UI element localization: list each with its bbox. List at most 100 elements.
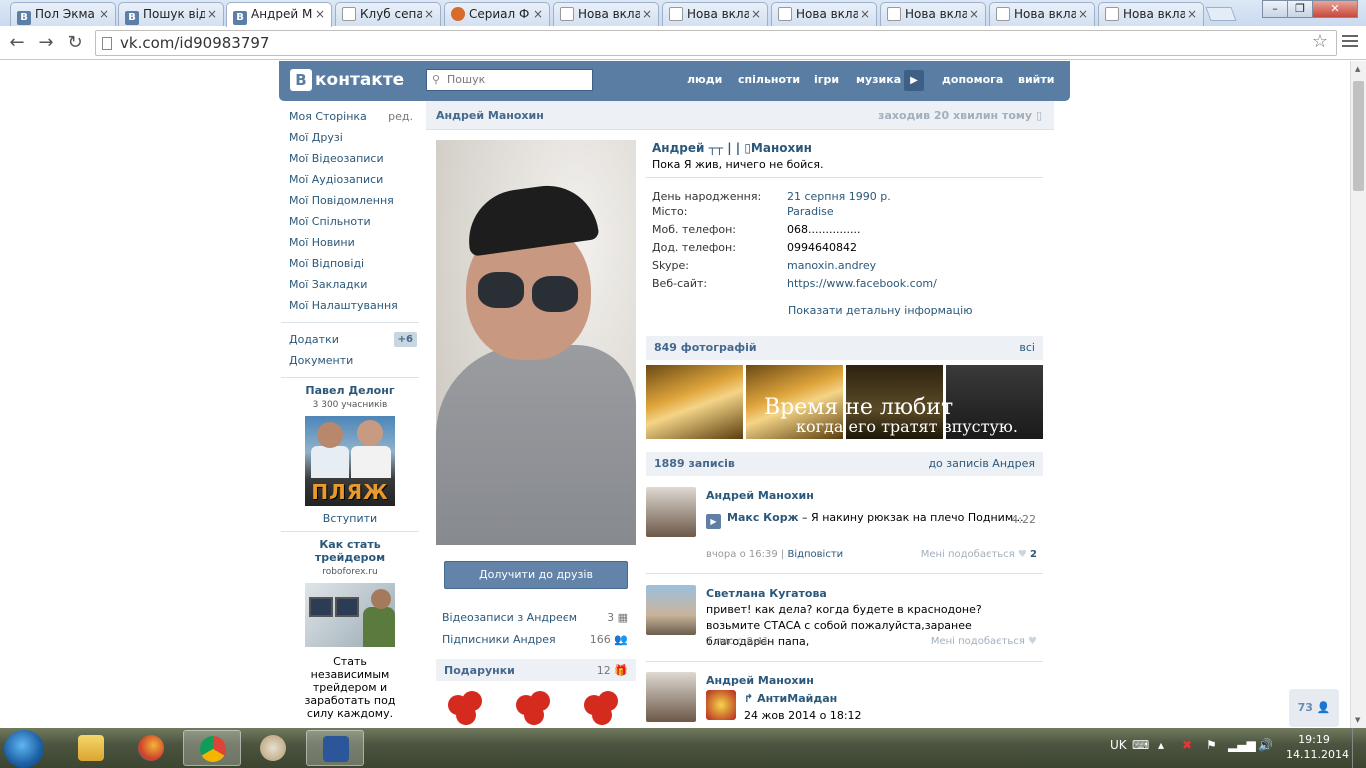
close-tab-icon[interactable]: × [1187,7,1197,21]
avatar[interactable] [646,585,696,635]
close-tab-icon[interactable]: × [99,7,109,21]
close-tab-icon[interactable]: × [315,7,325,21]
profile-avatar[interactable] [436,140,636,545]
reply-link[interactable]: Відповісти [787,549,843,560]
tab-8[interactable]: Нова вкладка× [771,2,877,26]
back-icon[interactable]: ← [6,32,28,53]
volume-icon[interactable]: 🔊 [1258,738,1273,752]
tab-4[interactable]: Клуб сепа × [335,2,441,26]
info-value[interactable]: Paradise [787,205,834,218]
keyboard-icon[interactable]: ⌨ [1132,738,1149,752]
avatar[interactable] [646,672,696,722]
nav-communities[interactable]: спільноти [738,73,800,86]
menu-icon[interactable] [1342,35,1358,50]
scrollbar-thumb[interactable] [1353,81,1364,191]
post-author[interactable]: Андрей Манохин [706,489,814,502]
post-author[interactable]: Светлана Кугатова [706,587,827,600]
menu-communities[interactable]: Мої Спільноти [281,211,419,232]
flag-icon[interactable]: ⚑ [1206,738,1217,752]
repost-group-avatar[interactable] [706,690,736,720]
info-value[interactable]: https://www.facebook.com/ [787,277,937,290]
new-tab-button[interactable] [1205,7,1237,21]
reload-icon[interactable]: ↻ [64,32,86,53]
menu-settings[interactable]: Мої Налаштування [281,295,419,316]
tab-11[interactable]: Нова вкладка× [1098,2,1204,26]
scrollbar[interactable]: ▲ ▼ [1350,61,1366,728]
minimize-button[interactable]: – [1262,0,1288,18]
ad-image[interactable] [305,583,395,647]
like-button[interactable]: Мені подобається ♥ 2 [921,549,1037,560]
edit-link[interactable]: ред. [388,106,413,127]
menu-audios[interactable]: Мої Аудіозаписи [281,169,419,190]
play-icon[interactable]: ▶ [904,70,924,91]
tab-1[interactable]: В Пол Экма × [10,2,116,26]
signal-icon[interactable]: ▂▄▆ [1228,738,1256,752]
add-friend-button[interactable]: Долучити до друзів [444,561,628,589]
gift-rose[interactable] [580,689,624,728]
nav-music[interactable]: музика [856,73,901,86]
close-window-button[interactable]: ✕ [1312,0,1358,18]
photo-strip[interactable]: Время не любит когда его тратят впустую. [646,365,1043,439]
address-bar[interactable]: vk.com/id90983797 ☆ [95,30,1337,56]
play-icon[interactable]: ▶ [706,514,721,529]
word-icon[interactable] [306,730,364,766]
clock[interactable]: 19:19 14.11.2014 [1286,732,1349,762]
language-indicator[interactable]: UK [1110,738,1127,752]
search-input[interactable]: ⚲ Пошук [426,69,593,91]
photos-all-link[interactable]: всі [1019,341,1035,354]
maximize-button[interactable]: ❐ [1287,0,1313,18]
firefox-icon[interactable] [122,730,180,766]
tab-10[interactable]: Нова вкладка× [989,2,1095,26]
audio-attachment[interactable]: ▶ Макс Корж – Я накину рюкзак на плечо По… [706,511,1036,529]
photos-bar[interactable]: 849 фотографій всі [646,336,1043,360]
info-value[interactable]: 21 серпня 1990 р. [787,190,891,203]
chrome-icon[interactable] [183,730,241,766]
start-button[interactable] [4,730,44,768]
to-posts-link[interactable]: до записів Андрея [928,457,1035,470]
menu-apps[interactable]: Додатки +6 [281,329,419,350]
gift-rose[interactable] [512,689,556,728]
like-button[interactable]: Мені подобається ♥ [931,636,1037,647]
menu-bookmarks[interactable]: Мої Закладки [281,274,419,295]
photo-thumb[interactable] [646,365,743,439]
info-value[interactable]: manoxin.andrey [787,259,876,272]
nav-people[interactable]: люди [687,73,722,86]
close-tab-icon[interactable]: × [860,7,870,21]
vk-logo[interactable]: Вконтакте [290,69,404,91]
repost-source[interactable]: ↱ АнтиМайдан [744,692,837,705]
tab-7[interactable]: Нова вкладка× [662,2,768,26]
scroll-down-icon[interactable]: ▼ [1355,716,1360,724]
forward-icon[interactable]: → [35,32,57,53]
close-tab-icon[interactable]: × [751,7,761,21]
ad-block-1[interactable]: Павел Делонг 3 300 учасників ПЛЯЖ Вступи… [281,384,419,525]
tab-3-active[interactable]: В Андрей М × [226,2,332,27]
show-desktop-button[interactable] [1352,728,1366,768]
videos-with-link[interactable]: Відеозаписи з Андреєм 3 ▦ [442,611,630,624]
close-tab-icon[interactable]: × [424,7,434,21]
avatar[interactable] [646,487,696,537]
menu-my-page[interactable]: Моя Сторінка ред. [281,106,419,127]
ad-title[interactable]: Как стать трейдером [281,538,419,564]
close-tab-icon[interactable]: × [969,7,979,21]
post-time[interactable]: вчора о 16:39 [706,549,778,560]
menu-friends[interactable]: Мої Друзі [281,127,419,148]
paint-icon[interactable] [244,730,302,766]
nav-games[interactable]: ігри [814,73,839,86]
nav-help[interactable]: допомога [942,73,1003,86]
scroll-up-icon[interactable]: ▲ [1355,65,1360,73]
gift-rose[interactable] [444,689,488,728]
ad-image[interactable]: ПЛЯЖ [305,416,395,506]
menu-documents[interactable]: Документи [281,350,419,371]
post-author[interactable]: Андрей Манохин [706,674,814,687]
close-tab-icon[interactable]: × [642,7,652,21]
tab-5[interactable]: Сериал Ф × [444,2,550,26]
tab-6[interactable]: Нова вкладка× [553,2,659,26]
tab-9[interactable]: Нова вкладка× [880,2,986,26]
show-details-link[interactable]: Показати детальну інформацію [788,304,972,317]
close-tab-icon[interactable]: × [207,7,217,21]
close-tab-icon[interactable]: × [533,7,543,21]
bookmark-star-icon[interactable]: ☆ [1312,31,1328,52]
explorer-icon[interactable] [62,730,120,766]
gifts-bar[interactable]: Подарунки 12 🎁 [436,659,636,681]
online-friends-counter[interactable]: 73 👤 [1289,689,1339,727]
